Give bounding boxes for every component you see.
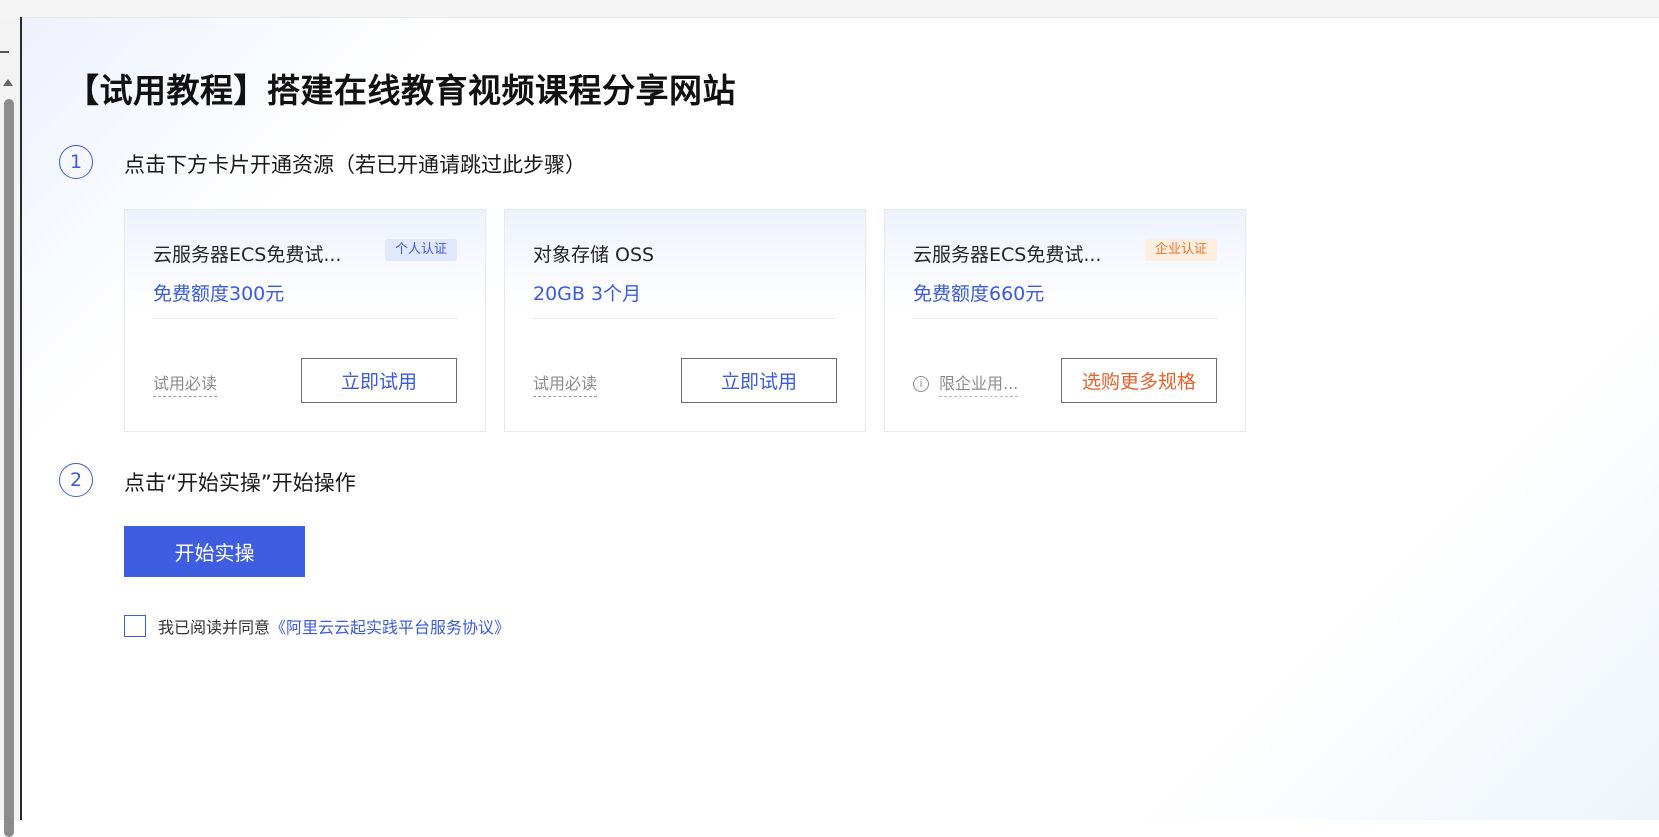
resource-card-oss: 对象存储 OSS 20GB 3个月 试用必读 立即试用 xyxy=(504,209,866,432)
resource-card-ecs-personal: 云服务器ECS免费试... 个人认证 免费额度300元 试用必读 立即试用 xyxy=(124,209,486,432)
personal-auth-badge: 个人认证 xyxy=(384,239,457,261)
try-now-button[interactable]: 立即试用 xyxy=(301,358,457,403)
buy-more-specs-button[interactable]: 选购更多规格 xyxy=(1061,358,1217,403)
agreement-link[interactable]: 《阿里云云起实践平台服务协议》 xyxy=(270,614,510,638)
minimize-dash-icon[interactable] xyxy=(0,51,9,53)
scroll-up-arrow-icon[interactable] xyxy=(3,79,13,86)
card-divider xyxy=(533,318,837,319)
resource-card-ecs-enterprise: 云服务器ECS免费试... 企业认证 免费额度660元 i 限企业用... 选购… xyxy=(884,209,1246,432)
card-quota: 免费额度300元 xyxy=(153,283,285,305)
agreement-text: 我已阅读并同意 xyxy=(158,618,271,637)
card-name: 云服务器ECS免费试... xyxy=(913,244,1102,266)
page-title: 【试用教程】搭建在线教育视频课程分享网站 xyxy=(66,71,736,110)
card-name: 云服务器ECS免费试... xyxy=(153,244,342,266)
agreement-row: 我已阅读并同意 《阿里云云起实践平台服务协议》 xyxy=(124,614,510,638)
left-gutter xyxy=(0,17,20,837)
trial-notes-link[interactable]: 试用必读 xyxy=(533,370,598,397)
step-1-number: 1 xyxy=(59,145,93,179)
card-name: 对象存储 OSS xyxy=(533,244,655,266)
step-2-text: 点击“开始实操”开始操作 xyxy=(124,471,356,495)
limit-text: 限企业用... xyxy=(939,370,1019,397)
step-2-number: 2 xyxy=(59,463,93,497)
enterprise-auth-badge: 企业认证 xyxy=(1144,239,1217,261)
start-practice-button[interactable]: 开始实操 xyxy=(124,526,305,577)
enterprise-limit-note[interactable]: i 限企业用... xyxy=(913,370,1019,397)
card-divider xyxy=(913,318,1217,319)
step-1-text: 点击下方卡片开通资源（若已开通请跳过此步骤） xyxy=(124,153,586,177)
card-quota: 20GB 3个月 xyxy=(533,283,642,305)
card-quota: 免费额度660元 xyxy=(913,283,1045,305)
trial-notes-link[interactable]: 试用必读 xyxy=(153,370,218,397)
scrollbar-thumb[interactable] xyxy=(4,99,14,837)
browser-top-bar xyxy=(0,0,1659,18)
info-icon: i xyxy=(913,375,929,392)
try-now-button[interactable]: 立即试用 xyxy=(681,358,837,403)
card-divider xyxy=(153,318,457,319)
tutorial-panel: 【试用教程】搭建在线教育视频课程分享网站 1 点击下方卡片开通资源（若已开通请跳… xyxy=(22,18,1659,820)
agreement-checkbox[interactable] xyxy=(124,615,146,637)
